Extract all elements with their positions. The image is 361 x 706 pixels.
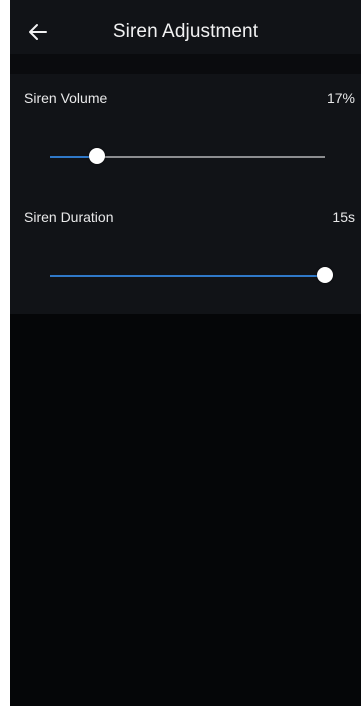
siren-duration-label: Siren Duration [24,209,114,225]
siren-volume-label: Siren Volume [24,90,108,106]
app-screen: Siren Adjustment Siren Volume 17% Siren … [10,0,361,706]
siren-volume-slider[interactable] [50,148,325,166]
siren-duration-slider[interactable] [50,267,333,285]
top-bar: Siren Adjustment [10,0,361,54]
header-divider [10,54,361,74]
settings-card: Siren Volume 17% Siren Duration 15s [10,74,361,314]
page-title: Siren Adjustment [112,21,259,42]
slider-fill [50,275,325,277]
slider-thumb[interactable] [88,148,105,164]
siren-volume-value: 17% [326,90,355,106]
siren-duration-value: 15s [332,209,355,225]
slider-thumb[interactable] [317,267,333,283]
